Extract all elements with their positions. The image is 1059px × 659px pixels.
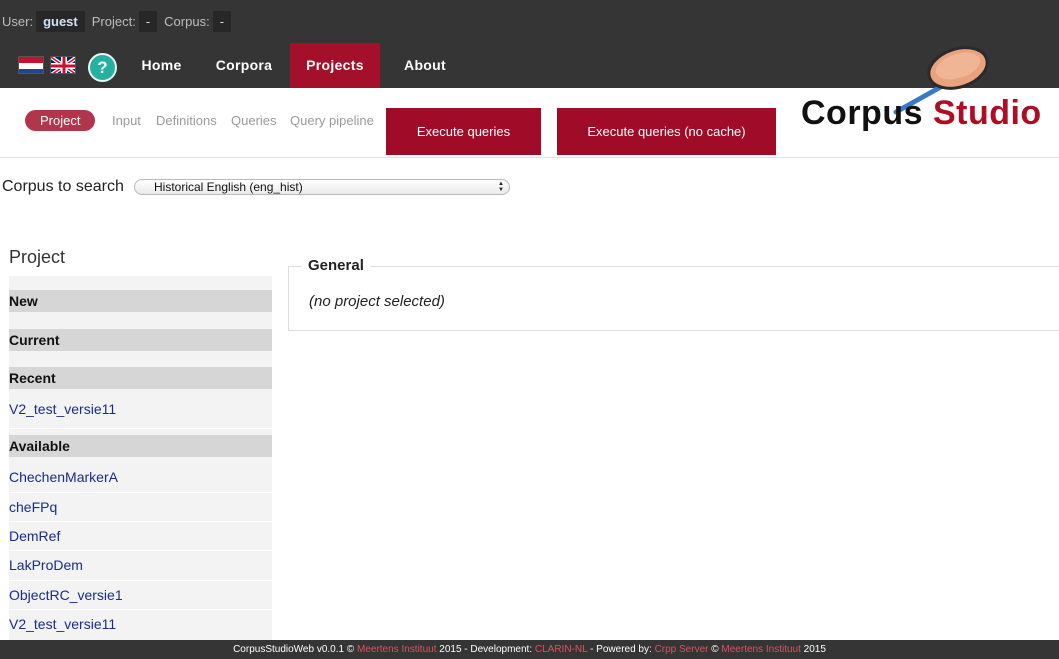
available-item[interactable]: DemRef xyxy=(9,528,60,544)
available-item[interactable]: ObjectRC_versie1 xyxy=(9,587,123,603)
logo-word-corpus: Corpus xyxy=(801,94,923,132)
available-item[interactable]: LakProDem xyxy=(9,557,83,573)
tab-input[interactable]: Input xyxy=(112,113,141,128)
tab-queries[interactable]: Queries xyxy=(231,113,277,128)
nav-home[interactable]: Home xyxy=(128,43,195,88)
nav-corpora[interactable]: Corpora xyxy=(199,43,289,88)
project-label: Project: xyxy=(91,13,136,29)
user-label: User: xyxy=(2,13,34,29)
footer-link-crpp[interactable]: Crpp Server xyxy=(655,644,709,655)
select-arrows-icon: ▲ ▼ xyxy=(498,181,504,193)
footer: CorpusStudioWeb v0.0.1 © Meertens Instit… xyxy=(0,640,1059,659)
execute-queries-button[interactable]: Execute queries xyxy=(386,108,541,155)
sidebar-header-recent[interactable]: Recent xyxy=(9,367,272,389)
status-line: User: guest Project: - Corpus: - xyxy=(0,10,236,32)
recent-item[interactable]: V2_test_versie11 xyxy=(9,401,116,417)
corpus-value: - xyxy=(212,10,232,32)
nav-about[interactable]: About xyxy=(380,43,470,88)
footer-text: 2015 xyxy=(800,644,826,655)
tab-project[interactable]: Project xyxy=(25,110,96,131)
footer-text: CorpusStudioWeb v0.0.1 © xyxy=(233,644,357,655)
corpus-label: Corpus: xyxy=(164,13,210,29)
tab-definitions[interactable]: Definitions xyxy=(156,113,217,128)
sidebar-header-new[interactable]: New xyxy=(9,290,272,312)
footer-text: - Powered by: xyxy=(587,644,655,655)
corpus-select[interactable]: Historical English (eng_hist) ▲ ▼ xyxy=(134,179,510,195)
footer-link-clarin[interactable]: CLARIN-NL xyxy=(535,644,587,655)
footer-text: © xyxy=(708,644,722,655)
available-item[interactable]: V2_test_versie11 xyxy=(9,616,116,632)
footer-link-meertens-2[interactable]: Meertens Instituut xyxy=(721,644,800,655)
english-flag-icon[interactable] xyxy=(50,56,76,74)
tab-query-pipeline[interactable]: Query pipeline xyxy=(290,113,374,128)
corpus-to-search-label: Corpus to search xyxy=(2,178,124,195)
corpus-studio-logo: Corpus Studio xyxy=(798,44,1048,136)
available-item[interactable]: ChechenMarkerA xyxy=(9,469,118,485)
user-value: guest xyxy=(36,10,85,32)
footer-text: 2015 - Development: xyxy=(436,644,535,655)
dutch-flag-icon[interactable] xyxy=(18,56,44,74)
logo-word-studio: Studio xyxy=(932,94,1042,132)
available-item[interactable]: cheFPq xyxy=(9,499,57,515)
execute-queries-nocache-button[interactable]: Execute queries (no cache) xyxy=(557,108,776,155)
project-value: - xyxy=(138,10,158,32)
sidebar-header-current[interactable]: Current xyxy=(9,329,272,351)
sidebar-title: Project xyxy=(9,247,66,267)
sidebar-header-available[interactable]: Available xyxy=(9,435,272,457)
project-sidebar: New Current Recent V2_test_versie11 Avai… xyxy=(9,276,272,640)
general-legend: General xyxy=(302,257,370,274)
nav-projects[interactable]: Projects xyxy=(290,43,380,88)
main-nav: Home Corpora Projects About xyxy=(128,43,470,88)
corpus-select-value: Historical English (eng_hist) xyxy=(154,180,303,194)
footer-link-meertens[interactable]: Meertens Instituut xyxy=(357,644,436,655)
no-project-selected-text: (no project selected) xyxy=(309,293,445,310)
help-icon[interactable]: ? xyxy=(88,53,117,82)
